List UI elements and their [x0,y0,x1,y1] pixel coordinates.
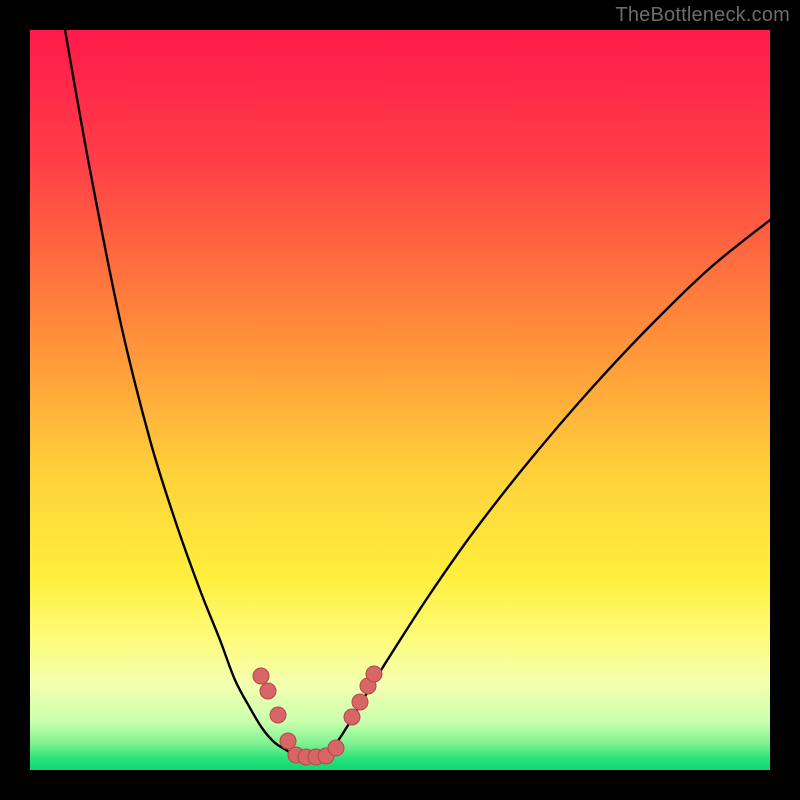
data-marker [366,666,382,682]
data-marker [344,709,360,725]
curve-left [65,30,296,756]
data-marker [328,740,344,756]
outer-frame: TheBottleneck.com [0,0,800,800]
data-marker [280,733,296,749]
plot-area [30,30,770,770]
curve-right [324,220,770,756]
data-marker [253,668,269,684]
data-marker [270,707,286,723]
data-markers [253,666,382,765]
data-marker [260,683,276,699]
curve-layer [30,30,770,770]
data-marker [352,694,368,710]
watermark-text: TheBottleneck.com [615,4,790,27]
